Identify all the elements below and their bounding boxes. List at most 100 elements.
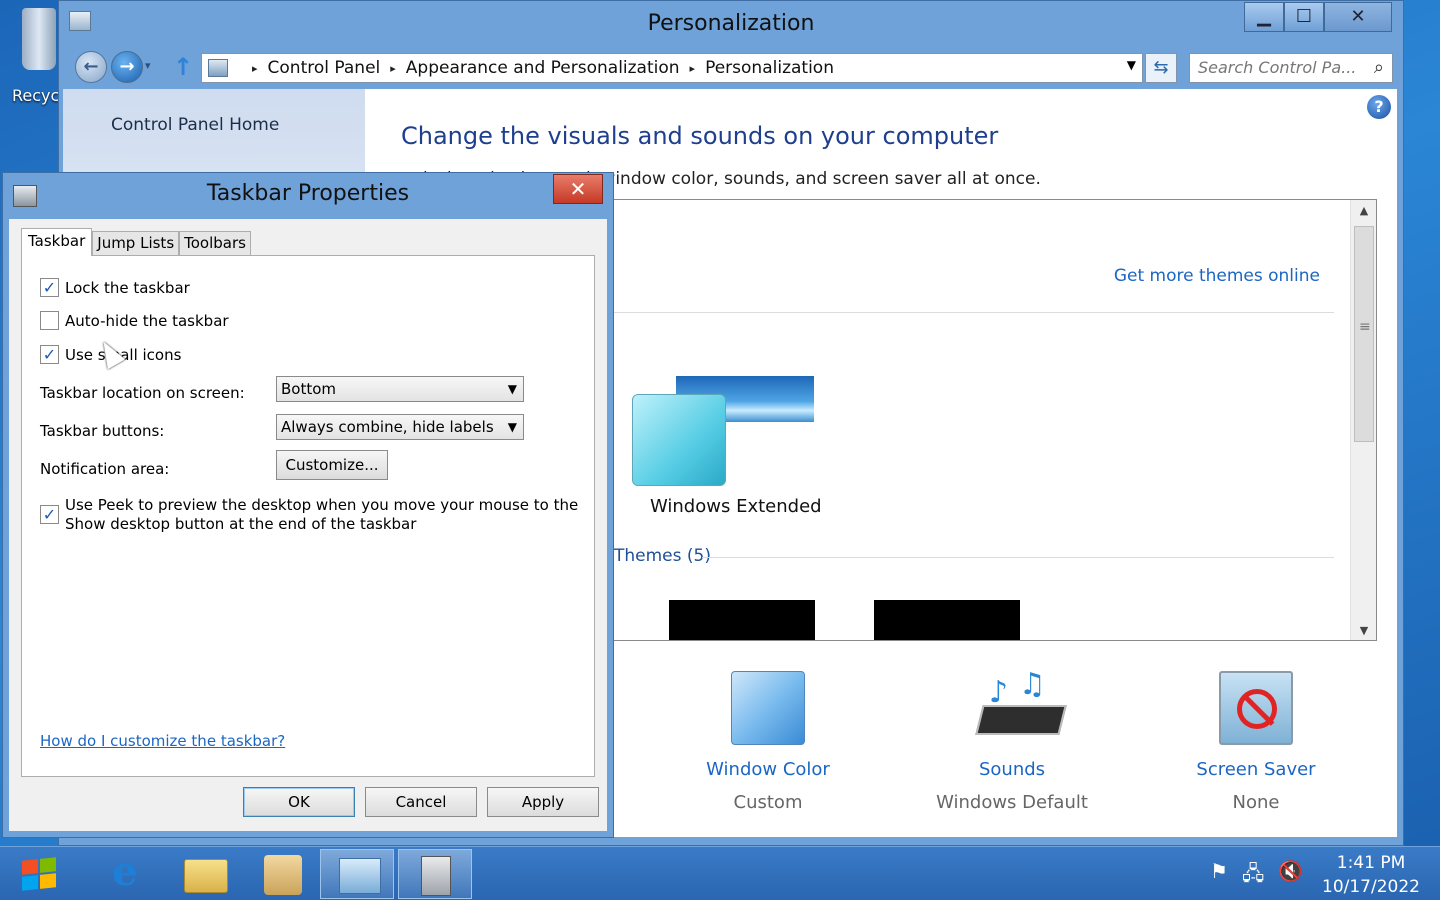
tab-taskbar[interactable]: Taskbar <box>21 228 93 256</box>
themes-section-label: Themes (5) <box>614 546 711 566</box>
window-title: Personalization <box>647 11 815 36</box>
refresh-button[interactable]: ⇆ <box>1145 53 1177 83</box>
screen-saver-value: None <box>1232 792 1280 813</box>
peek-label[interactable]: Use Peek to preview the desktop when you… <box>65 496 578 534</box>
sounds-icon[interactable]: ♪ ♫ <box>975 667 1067 745</box>
address-dropdown-icon[interactable]: ▼ <box>1127 58 1136 72</box>
customize-taskbar-help-link[interactable]: How do I customize the taskbar? <box>40 732 285 750</box>
dialog-close-button[interactable]: ✕ <box>553 174 603 204</box>
theme-color-preview <box>632 394 726 486</box>
minimize-button[interactable]: ▁ <box>1244 2 1284 32</box>
up-button[interactable]: ↑ <box>173 53 193 81</box>
control-panel-icon <box>339 858 381 894</box>
breadcrumb-separator[interactable]: ▸ <box>390 62 396 75</box>
clock-date: 10/17/2022 <box>1322 877 1420 897</box>
window-color-value: Custom <box>733 792 803 813</box>
search-icon[interactable]: ⌕ <box>1374 54 1384 82</box>
theme-name[interactable]: Windows Extended <box>650 496 822 517</box>
theme-thumbnail[interactable] <box>669 600 815 640</box>
network-icon[interactable]: 🖧 <box>1242 859 1264 893</box>
chevron-down-icon: ▼ <box>507 420 517 434</box>
taskbar-tab-panel: ✓ Lock the taskbar Auto-hide the taskbar… <box>21 255 595 777</box>
search-placeholder: Search Control Pa... <box>1198 58 1357 77</box>
theme-windows-extended[interactable] <box>624 364 814 514</box>
dialog-title: Taskbar Properties <box>206 181 410 206</box>
get-more-themes-link[interactable]: Get more themes online <box>1114 266 1320 286</box>
peek-label-line1: Use Peek to preview the desktop when you… <box>65 496 579 514</box>
tab-toolbars[interactable]: Toolbars <box>179 231 251 255</box>
auto-hide-checkbox[interactable] <box>40 311 59 330</box>
start-button[interactable] <box>8 851 72 897</box>
small-icons-label[interactable]: Use small icons <box>65 346 181 364</box>
maximize-button[interactable]: ☐ <box>1284 2 1324 32</box>
window-color-item[interactable]: Window Color Custom <box>678 671 858 813</box>
window-color-link[interactable]: Window Color <box>678 759 858 780</box>
location-label: Taskbar location on screen: <box>40 384 245 402</box>
scroll-up-icon[interactable]: ▲ <box>1351 200 1376 222</box>
window-titlebar[interactable]: Personalization ▁ ☐ ✕ <box>59 1 1403 49</box>
customize-button[interactable]: Customize... <box>276 450 388 480</box>
help-icon[interactable]: ? <box>1367 95 1391 119</box>
close-button[interactable]: ✕ <box>1324 2 1392 32</box>
theme-thumbnail[interactable] <box>874 600 1020 640</box>
navigation-bar: ← → ▾ ↑ ▸ Control Panel ▸ Appearance and… <box>59 49 1403 87</box>
screen-saver-link[interactable]: Screen Saver <box>1166 759 1346 780</box>
scrollbar-thumb[interactable] <box>1354 226 1374 442</box>
lock-taskbar-checkbox[interactable]: ✓ <box>40 278 59 297</box>
clock[interactable]: 1:41 PM 10/17/2022 <box>1316 851 1426 899</box>
taskbar-location-value: Bottom <box>281 380 337 398</box>
peek-option[interactable]: ✓ Use Peek to preview the desktop when y… <box>40 496 578 534</box>
theme-list-scrollbar[interactable]: ▲ ▼ <box>1350 200 1376 640</box>
apply-button[interactable]: Apply <box>487 787 599 817</box>
screen-saver-icon[interactable] <box>1219 671 1293 745</box>
recent-pages-dropdown[interactable]: ▾ <box>145 59 151 72</box>
music-note-icon: ♪ <box>989 675 1009 710</box>
sounds-value: Windows Default <box>936 792 1088 813</box>
file-explorer-button[interactable] <box>166 849 240 899</box>
music-note-icon: ♫ <box>1019 667 1046 702</box>
sounds-link[interactable]: Sounds <box>922 759 1102 780</box>
system-tray: ⚑ 🖧 🔇 <box>1210 859 1303 893</box>
action-center-flag-icon[interactable]: ⚑ <box>1210 859 1228 893</box>
auto-hide-label[interactable]: Auto-hide the taskbar <box>65 312 229 330</box>
control-panel-home-link[interactable]: Control Panel Home <box>111 115 279 135</box>
tab-jump-lists[interactable]: Jump Lists <box>92 231 180 255</box>
peek-checkbox[interactable]: ✓ <box>40 505 59 524</box>
scroll-down-icon[interactable]: ▼ <box>1351 620 1376 640</box>
clock-time: 1:41 PM <box>1336 853 1406 873</box>
lock-taskbar-option[interactable]: ✓ Lock the taskbar <box>40 278 190 297</box>
desktop-recycle-bin[interactable]: Recyc <box>0 0 60 120</box>
dialog-body: Taskbar Jump Lists Toolbars ✓ Lock the t… <box>9 219 607 831</box>
small-icons-checkbox[interactable]: ✓ <box>40 345 59 364</box>
search-input[interactable]: Search Control Pa... ⌕ <box>1189 53 1393 83</box>
address-bar[interactable]: ▸ Control Panel ▸ Appearance and Persona… <box>201 53 1143 83</box>
peek-label-line2: Show desktop button at the end of the ta… <box>65 515 417 533</box>
window-color-icon[interactable] <box>731 671 805 745</box>
media-player-icon <box>264 855 302 895</box>
taskbar-properties-taskbar-button[interactable] <box>398 849 472 899</box>
breadcrumb-appearance[interactable]: Appearance and Personalization <box>406 58 680 78</box>
breadcrumb-personalization[interactable]: Personalization <box>705 58 834 78</box>
taskbar-buttons-select[interactable]: Always combine, hide labels ▼ <box>276 414 524 440</box>
breadcrumb-separator[interactable]: ▸ <box>690 62 696 75</box>
page-title: Change the visuals and sounds on your co… <box>401 122 999 150</box>
screen-saver-item[interactable]: Screen Saver None <box>1166 671 1346 813</box>
taskbar-properties-dialog: Taskbar Properties ✕ Taskbar Jump Lists … <box>2 172 614 838</box>
breadcrumb-separator[interactable]: ▸ <box>252 62 258 75</box>
taskbar-location-select[interactable]: Bottom ▼ <box>276 376 524 402</box>
control-panel-taskbar-button[interactable] <box>320 849 394 899</box>
recycle-bin-label: Recyc <box>12 86 60 105</box>
internet-explorer-icon[interactable]: e <box>88 849 162 899</box>
divider <box>702 557 1334 558</box>
lock-taskbar-label[interactable]: Lock the taskbar <box>65 279 190 297</box>
media-player-button[interactable] <box>244 849 318 899</box>
volume-muted-icon[interactable]: 🔇 <box>1278 859 1303 893</box>
forward-button[interactable]: → <box>111 51 143 83</box>
ok-button[interactable]: OK <box>243 787 355 817</box>
breadcrumb-control-panel[interactable]: Control Panel <box>268 58 381 78</box>
back-button[interactable]: ← <box>75 51 107 83</box>
dialog-tabs: Taskbar Jump Lists Toolbars <box>21 228 251 256</box>
cancel-button[interactable]: Cancel <box>365 787 477 817</box>
sounds-item[interactable]: ♪ ♫ Sounds Windows Default <box>922 667 1102 813</box>
auto-hide-option[interactable]: Auto-hide the taskbar <box>40 311 229 330</box>
